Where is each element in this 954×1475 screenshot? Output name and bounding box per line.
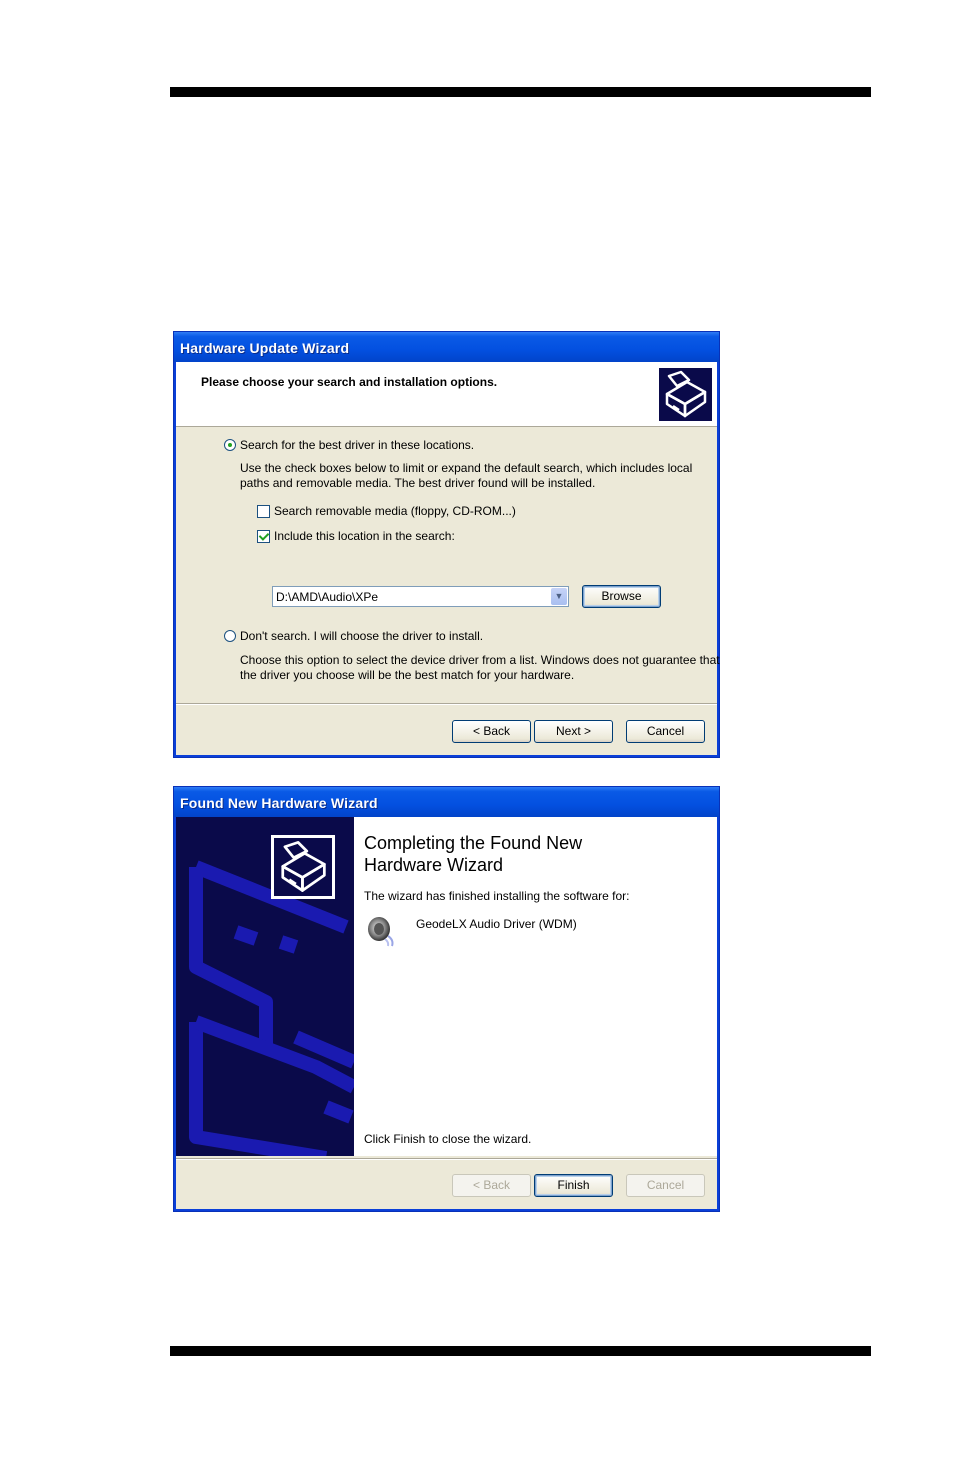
next-button[interactable]: Next > [534, 720, 613, 743]
browse-button[interactable]: Browse [582, 585, 661, 608]
intro-text: The wizard has finished installing the s… [364, 889, 630, 903]
found-new-hardware-wizard-window: Found New Hardware Wizard Completing the… [173, 786, 720, 1212]
hardware-wizard-icon [271, 835, 335, 899]
speaker-icon [364, 914, 398, 948]
footer-divider [176, 703, 717, 705]
chevron-down-icon[interactable]: ▼ [551, 588, 567, 605]
removable-media-checkbox[interactable] [257, 505, 270, 518]
footer-divider [176, 1158, 717, 1160]
include-location-label[interactable]: Include this location in the search: [274, 529, 455, 543]
completion-heading: Completing the Found New Hardware Wizard [364, 833, 583, 875]
location-combobox[interactable]: D:\AMD\Audio\XPe ▼ [272, 586, 569, 607]
finish-button[interactable]: Finish [534, 1174, 613, 1197]
device-name: GeodeLX Audio Driver (WDM) [416, 917, 577, 931]
closing-text: Click Finish to close the wizard. [364, 1132, 532, 1146]
bottom-rule [170, 1346, 871, 1356]
wizard-content: Completing the Found New Hardware Wizard… [354, 817, 717, 1156]
cancel-button[interactable]: Cancel [626, 720, 705, 743]
header-title: Please choose your search and installati… [201, 375, 498, 389]
include-location-checkbox[interactable] [257, 530, 270, 543]
location-value: D:\AMD\Audio\XPe [276, 590, 379, 604]
search-radio[interactable] [224, 439, 236, 451]
window-client: Completing the Found New Hardware Wizard… [176, 817, 717, 1209]
wizard-header: Please choose your search and installati… [176, 362, 717, 427]
dont-search-description: Choose this option to select the device … [240, 653, 720, 682]
search-radio-label[interactable]: Search for the best driver in these loca… [240, 438, 474, 452]
back-button[interactable]: < Back [452, 720, 531, 743]
back-button[interactable]: < Back [452, 1174, 531, 1197]
search-description: Use the check boxes below to limit or ex… [240, 461, 693, 490]
window-title: Hardware Update Wizard [174, 332, 719, 362]
top-rule [170, 87, 871, 97]
dont-search-radio[interactable] [224, 630, 236, 642]
window-client: Please choose your search and installati… [176, 362, 720, 755]
hardware-update-wizard-window: Hardware Update Wizard Please choose you… [173, 331, 720, 758]
removable-media-label[interactable]: Search removable media (floppy, CD-ROM..… [274, 504, 516, 518]
dont-search-label[interactable]: Don't search. I will choose the driver t… [240, 629, 483, 643]
wizard-side-banner [176, 817, 354, 1156]
window-title: Found New Hardware Wizard [174, 787, 719, 817]
cancel-button[interactable]: Cancel [626, 1174, 705, 1197]
hardware-wizard-icon [659, 368, 712, 421]
